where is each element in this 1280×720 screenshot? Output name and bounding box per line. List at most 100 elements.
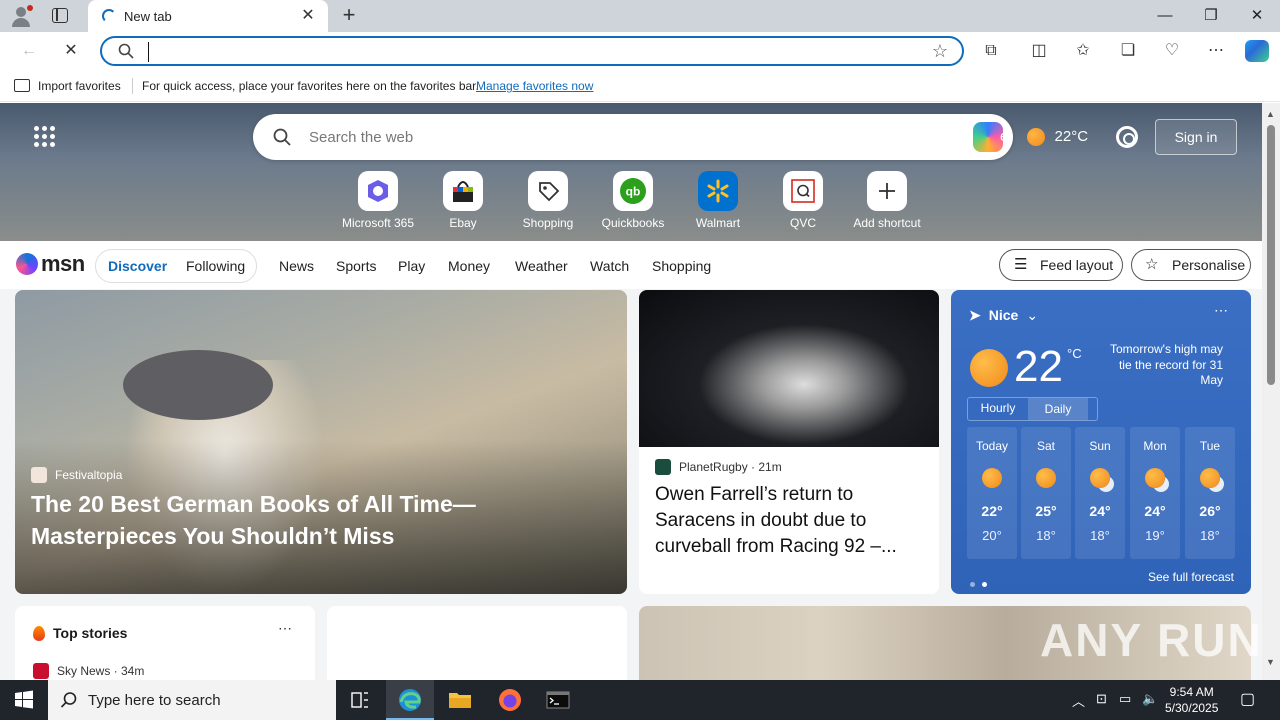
taskbar-terminal[interactable] [534, 680, 582, 720]
device-icon[interactable]: ⊡ [1096, 691, 1107, 707]
loading-spinner-icon [102, 9, 116, 23]
forecast-day[interactable]: Sun 24° 18° [1075, 427, 1125, 559]
tab-hourly[interactable]: Hourly [968, 401, 1028, 415]
top-stories-title: Top stories [53, 625, 128, 641]
day-low: 20° [982, 528, 1002, 543]
temp-unit[interactable]: °C [1067, 346, 1082, 361]
partly-cloudy-icon [1200, 468, 1220, 488]
taskbar-file-explorer[interactable] [436, 680, 484, 720]
tab-new-tab[interactable]: New tab ✕ [88, 0, 328, 32]
profile-icon[interactable] [10, 5, 33, 27]
top-stories-card: Top stories ⋯ Sky News · 34m [15, 606, 315, 680]
tab-daily[interactable]: Daily [1028, 398, 1088, 420]
location-name: Nice [988, 307, 1019, 323]
sky-news-logo-icon [33, 663, 49, 679]
sun-icon [970, 349, 1008, 387]
close-window-button[interactable]: ✕ [1234, 0, 1280, 32]
more-options-icon[interactable]: ⋯ [1203, 39, 1229, 63]
minimize-button[interactable]: — [1142, 0, 1188, 32]
source-name: Festivaltopia [55, 468, 123, 482]
folder-icon [449, 693, 471, 708]
flame-icon [33, 626, 45, 641]
clock-time: 9:54 AM [1169, 685, 1214, 699]
page-scrollbar[interactable]: ▲ ▼ [1262, 103, 1280, 680]
notifications-icon[interactable]: ▢ [1240, 689, 1255, 709]
taskbar-search-placeholder: Type here to search [88, 692, 221, 709]
story-source[interactable]: Sky News · 34m [33, 663, 144, 679]
import-icon [14, 79, 30, 92]
scrollbar-thumb[interactable] [1267, 125, 1275, 385]
clock-date: 5/30/2025 [1165, 701, 1219, 715]
sunny-icon [982, 468, 1002, 488]
article-title[interactable]: Owen Farrell’s return to Saracens in dou… [655, 482, 925, 560]
task-view-icon [351, 692, 368, 708]
more-options-icon[interactable]: ⋯ [1214, 302, 1229, 319]
back-icon[interactable]: ← [16, 39, 42, 63]
search-icon [60, 692, 77, 708]
scroll-up-icon[interactable]: ▲ [1266, 109, 1275, 119]
day-name: Tue [1199, 439, 1221, 453]
day-high: 22° [981, 503, 1003, 519]
copilot-icon[interactable] [1245, 40, 1269, 62]
title-bar: New tab ✕ + — ❐ ✕ [0, 0, 1280, 32]
day-low: 18° [1090, 528, 1110, 543]
taskbar-search[interactable]: Type here to search [48, 680, 336, 720]
clock[interactable]: 9:54 AM 5/30/2025 [1165, 684, 1218, 716]
day-high: 25° [1035, 503, 1057, 519]
new-tab-button[interactable]: + [338, 4, 360, 28]
day-name: Today [975, 439, 1009, 453]
forecast-day[interactable]: Today 22° 20° [967, 427, 1017, 559]
firefox-icon [499, 689, 521, 711]
import-favorites-button[interactable]: Import favorites [38, 79, 121, 93]
taskbar-firefox[interactable] [486, 680, 534, 720]
day-low: 18° [1036, 528, 1056, 543]
browser-toolbar: ← ✕ ☆ ⧉ ◫ ✩ ❏ ♡ ⋯ [0, 32, 1280, 70]
weather-alert[interactable]: Tomorrow's high may tie the record for 3… [1101, 342, 1223, 389]
favorite-star-icon[interactable]: ☆ [932, 41, 948, 62]
feed-area: Festivaltopia The 20 Best German Books o… [0, 103, 1262, 680]
tab-actions-icon[interactable] [52, 8, 68, 23]
carousel-dots[interactable] [970, 575, 994, 590]
article-source: Festivaltopia [31, 467, 122, 483]
manage-favorites-link[interactable]: Manage favorites now [476, 79, 593, 93]
day-name: Mon [1143, 439, 1167, 453]
forecast-day[interactable]: Mon 24° 19° [1130, 427, 1180, 559]
split-screen-icon[interactable]: ◫ [1026, 39, 1052, 63]
tab-close-button[interactable]: ✕ [298, 6, 318, 26]
restore-button[interactable]: ❐ [1188, 0, 1234, 32]
show-hidden-icons-chevron-icon[interactable]: ︿ [1072, 691, 1085, 710]
location-arrow-icon: ➤ [969, 307, 981, 323]
start-button[interactable] [0, 680, 48, 720]
partly-cloudy-icon [1145, 468, 1165, 488]
source-name: Sky News · 34m [57, 664, 145, 678]
source-name: PlanetRugby · 21m [679, 460, 782, 474]
taskbar-edge[interactable] [386, 680, 434, 720]
day-high: 24° [1144, 503, 1166, 519]
tab-title: New tab [124, 9, 172, 24]
network-icon[interactable]: ▭ [1119, 691, 1131, 707]
address-bar[interactable]: ☆ [100, 36, 964, 66]
forecast-day[interactable]: Sat 25° 18° [1021, 427, 1071, 559]
hero-article-card[interactable]: Festivaltopia The 20 Best German Books o… [15, 290, 627, 594]
favorites-icon[interactable]: ✩ [1070, 39, 1096, 63]
favorites-bar: Import favorites For quick access, place… [0, 70, 1280, 102]
browser-essentials-icon[interactable]: ♡ [1159, 39, 1185, 63]
more-options-icon[interactable]: ⋯ [278, 620, 293, 637]
article-source: PlanetRugby · 21m [655, 459, 782, 475]
volume-icon[interactable]: 🔈 [1142, 691, 1158, 707]
address-input[interactable] [148, 42, 908, 62]
task-view-button[interactable] [336, 680, 384, 720]
collections-icon[interactable]: ❏ [1115, 39, 1141, 63]
forecast-day[interactable]: Tue 26° 18° [1185, 427, 1235, 559]
stop-loading-icon[interactable]: ✕ [58, 39, 84, 63]
see-full-forecast-link[interactable]: See full forecast [1148, 570, 1234, 584]
rugby-article-card[interactable]: PlanetRugby · 21m Owen Farrell’s return … [639, 290, 939, 594]
day-name: Sat [1036, 439, 1055, 453]
weather-location[interactable]: ➤ Nice ⌄ [969, 307, 1038, 324]
day-low: 18° [1200, 528, 1220, 543]
day-low: 19° [1145, 528, 1165, 543]
anyrun-watermark: ANY RUN [1040, 614, 1263, 666]
scroll-down-icon[interactable]: ▼ [1266, 657, 1275, 667]
article-title[interactable]: The 20 Best German Books of All Time—Mas… [31, 488, 551, 552]
extensions-icon[interactable]: ⧉ [978, 39, 1004, 63]
